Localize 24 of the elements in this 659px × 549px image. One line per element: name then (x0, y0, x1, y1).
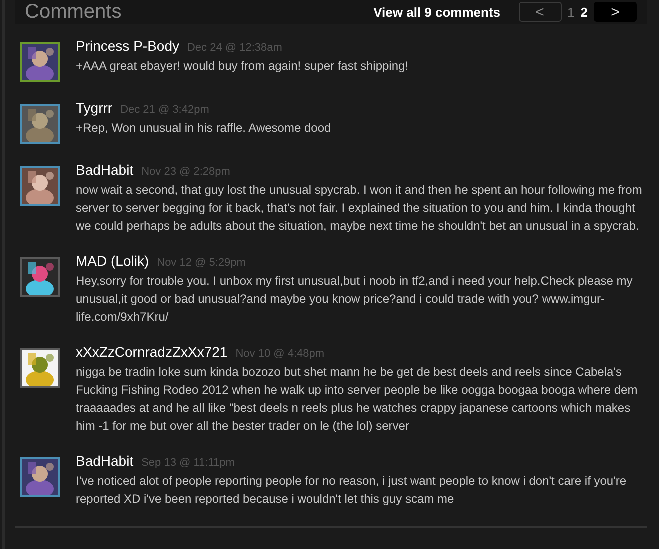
comment-date: Dec 24 @ 12:38am (187, 42, 282, 54)
author-link[interactable]: BadHabit (76, 453, 134, 469)
comment-text: +AAA great ebayer! would buy from again! super fast shipping! (76, 58, 410, 75)
comment-date: Sep 13 @ 11:11pm (142, 457, 235, 469)
author-link[interactable]: BadHabit (76, 162, 134, 178)
section-title: Comments (25, 1, 122, 23)
author-link[interactable]: Tygrrr (76, 100, 113, 116)
comment-text: now wait a second, that guy lost the unusual spycrab. I won it and then he spent an hour following me from server to server begging for it back, that's not fair. I explained the situation to you and him. I kinda thought we could perhaps be adults about the situation, maybe next time he shouldn't bet an unusual in a spycrab. (76, 182, 644, 235)
comment-date: Nov 10 @ 4:48pm (236, 348, 325, 360)
page-link[interactable]: 2 (580, 4, 588, 20)
next-page-button[interactable]: > (594, 2, 637, 22)
comment-date: Nov 12 @ 5:29pm (157, 257, 246, 269)
comment-text: +Rep, Won unusual in his raffle. Awesome dood (76, 120, 332, 137)
author-link[interactable]: Princess P-Body (76, 38, 180, 54)
author-link[interactable]: xXxZzCornradzZxXx721 (76, 344, 228, 360)
comment-text: Hey,sorry for trouble you. I unbox my first unusual,but i noob in tf2,and i need your help.Check please my unusual,it good or bad unusual?and maybe you know price?and i could trade with you? www.imgur-life.com/9xh7Kru/ (76, 273, 634, 326)
comment-text: I've noticed alot of people reporting people for no reason, i just want people to know i don't care if you're reported XD i've been reported because i wouldn't let this guy scam me (76, 473, 628, 508)
previous-page-button[interactable]: < (518, 2, 562, 22)
page-link[interactable]: 1 (568, 4, 575, 20)
comment-date: Nov 23 @ 2:28pm (142, 166, 230, 178)
comment-date: Dec 21 @ 3:42pm (120, 104, 210, 116)
comment-text: nigga be tradin loke sum kinda bozozo but shet mann he be get de best deels and reels since Cabela's Fucking Fishing Rodeo 2012 when he walk up into server people be like oogga boogaa booga where dem traaaaades at and he all like "best deels n reels plus he watches crappy japanese cartoons which makes him -1 for me but over all the bester trader on le (the lol) server (76, 364, 639, 435)
view-all-link[interactable]: View all 9 comments (374, 4, 501, 20)
author-link[interactable]: MAD (Lolik) (76, 253, 150, 269)
